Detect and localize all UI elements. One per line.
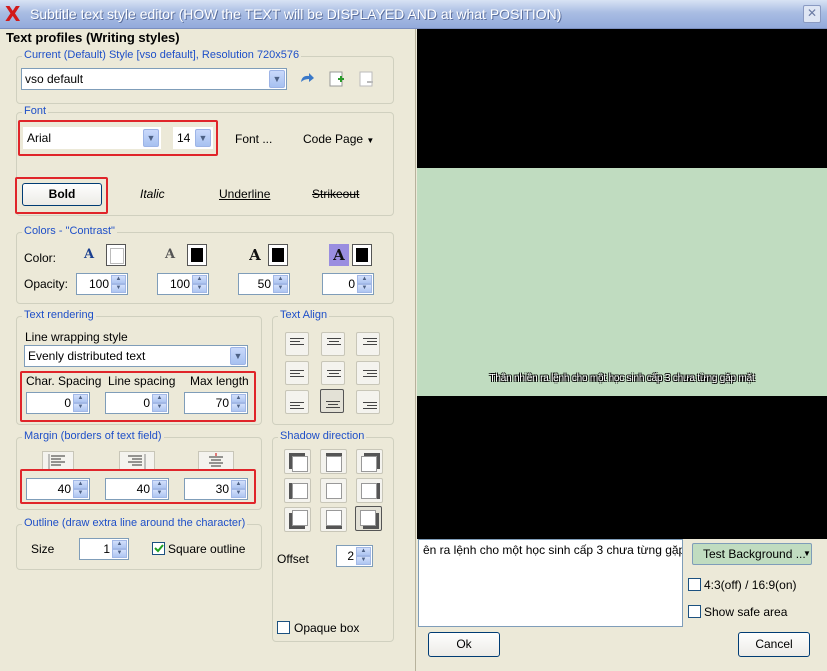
outline-color-icon: A bbox=[164, 247, 176, 262]
chevron-down-icon[interactable]: ▼ bbox=[269, 70, 285, 88]
opacity-label: Opacity: bbox=[24, 277, 69, 291]
margin-vertical-spinner[interactable]: 30 ▲ ▼ bbox=[184, 478, 248, 500]
shadow-top-button[interactable] bbox=[320, 449, 347, 474]
align-bottom-right-button[interactable] bbox=[356, 390, 380, 414]
outline-label: Outline (draw extra line around the char… bbox=[22, 517, 248, 529]
close-icon[interactable]: ✕ bbox=[803, 5, 821, 23]
shadow-label: Shadow direction bbox=[278, 430, 367, 442]
max-length-spinner[interactable]: 70 ▲ ▼ bbox=[184, 392, 248, 414]
refresh-icon[interactable] bbox=[298, 71, 316, 87]
margin-vertical-icon bbox=[198, 451, 234, 471]
shadow-offset-spinner[interactable]: 2 ▲ ▼ bbox=[336, 545, 373, 567]
background-opacity-spinner[interactable]: 0 ▲ ▼ bbox=[322, 273, 374, 295]
font-size-select[interactable]: 14 ▼ bbox=[173, 127, 213, 149]
style-group-label: Current (Default) Style [vso default], R… bbox=[22, 49, 302, 61]
chevron-down-icon[interactable]: ▼ bbox=[143, 129, 159, 147]
text-color-swatch[interactable] bbox=[106, 244, 126, 266]
align-middle-center-button[interactable] bbox=[321, 361, 345, 385]
font-group-label: Font bbox=[22, 105, 49, 117]
margin-label: Margin (borders of text field) bbox=[22, 430, 164, 442]
max-length-label: Max length bbox=[190, 374, 249, 388]
sample-text-input[interactable]: ên ra lệnh cho một học sinh cấp 3 chưa t… bbox=[418, 539, 683, 627]
font-button[interactable]: Font ... bbox=[235, 132, 272, 146]
app-logo: X bbox=[5, 2, 21, 26]
shadow-top-right-button[interactable] bbox=[356, 449, 383, 474]
font-size-value: 14 bbox=[177, 131, 191, 145]
aspect-ratio-label: 4:3(off) / 16:9(on) bbox=[704, 578, 797, 592]
safe-area-label: Show safe area bbox=[704, 605, 788, 619]
text-color-icon: A bbox=[83, 247, 95, 262]
font-family-value: Arial bbox=[27, 131, 52, 145]
font-family-select[interactable]: Arial ▼ bbox=[23, 127, 161, 149]
chevron-down-icon[interactable]: ▼ bbox=[195, 129, 211, 147]
outline-opacity-spinner[interactable]: 100 ▲ ▼ bbox=[157, 273, 209, 295]
underline-button[interactable]: Underline bbox=[219, 187, 270, 201]
align-middle-left-button[interactable] bbox=[285, 361, 309, 385]
aspect-ratio-checkbox[interactable] bbox=[688, 578, 701, 591]
title-bar: X Subtitle text style editor (HOW the TE… bbox=[0, 0, 827, 29]
colors-group-label: Colors - "Contrast" bbox=[22, 225, 117, 237]
align-bottom-center-button[interactable] bbox=[320, 389, 344, 413]
text-opacity-spinner[interactable]: 100 ▲ ▼ bbox=[76, 273, 128, 295]
outline-size-spinner[interactable]: 1 ▲ ▼ bbox=[79, 538, 129, 560]
text-align-label: Text Align bbox=[278, 309, 330, 321]
align-top-right-button[interactable] bbox=[356, 332, 380, 356]
shadow-opacity-spinner[interactable]: 50 ▲ ▼ bbox=[238, 273, 290, 295]
align-top-left-button[interactable] bbox=[285, 332, 309, 356]
outline-color-swatch[interactable] bbox=[187, 244, 207, 266]
test-background-button[interactable]: Test Background ... ▼ bbox=[692, 543, 812, 565]
background-color-icon: A bbox=[329, 244, 349, 266]
wrap-style-value: Evenly distributed text bbox=[28, 349, 146, 363]
shadow-offset-label: Offset bbox=[277, 552, 309, 566]
char-spacing-spinner[interactable]: 0 ▲ ▼ bbox=[26, 392, 90, 414]
style-select-value: vso default bbox=[25, 72, 84, 86]
section-title: Text profiles (Writing styles) bbox=[6, 30, 180, 45]
add-style-icon[interactable] bbox=[328, 70, 346, 88]
strikeout-button[interactable]: Strikeout bbox=[312, 187, 359, 201]
shadow-color-swatch[interactable] bbox=[268, 244, 288, 266]
preview-background bbox=[417, 168, 827, 396]
opaque-box-checkbox[interactable] bbox=[277, 621, 290, 634]
outline-size-label: Size bbox=[31, 542, 55, 556]
safe-area-checkbox[interactable] bbox=[688, 605, 701, 618]
margin-right-spinner[interactable]: 40 ▲ ▼ bbox=[105, 478, 169, 500]
cancel-button[interactable]: Cancel bbox=[738, 632, 810, 657]
window-title: Subtitle text style editor (HOW the TEXT… bbox=[30, 6, 562, 22]
style-select[interactable]: vso default ▼ bbox=[21, 68, 287, 90]
shadow-right-button[interactable] bbox=[356, 478, 383, 503]
margin-left-spinner[interactable]: 40 ▲ ▼ bbox=[26, 478, 90, 500]
bold-button[interactable]: Bold bbox=[22, 183, 102, 206]
italic-button[interactable]: Italic bbox=[140, 187, 165, 201]
wrap-style-label: Line wrapping style bbox=[25, 330, 128, 344]
align-middle-right-button[interactable] bbox=[356, 361, 380, 385]
shadow-top-left-button[interactable] bbox=[284, 449, 311, 474]
wrap-style-select[interactable]: Evenly distributed text ▼ bbox=[24, 345, 248, 367]
ok-button[interactable]: Ok bbox=[428, 632, 500, 657]
codepage-button[interactable]: Code Page ▼ bbox=[303, 132, 374, 146]
shadow-left-button[interactable] bbox=[284, 478, 311, 503]
opaque-box-label: Opaque box bbox=[294, 621, 360, 635]
char-spacing-label: Char. Spacing bbox=[26, 374, 102, 388]
shadow-bottom-right-button[interactable] bbox=[355, 506, 382, 531]
shadow-none-button[interactable] bbox=[320, 478, 347, 503]
shadow-bottom-button[interactable] bbox=[320, 507, 347, 532]
shadow-color-icon: A bbox=[249, 246, 261, 264]
color-label: Color: bbox=[24, 251, 57, 265]
remove-style-icon[interactable] bbox=[358, 70, 376, 88]
chevron-down-icon[interactable]: ▼ bbox=[230, 347, 246, 365]
margin-left-icon bbox=[42, 451, 74, 471]
background-color-swatch[interactable] bbox=[352, 244, 372, 266]
shadow-bottom-left-button[interactable] bbox=[284, 507, 311, 532]
chevron-down-icon: ▼ bbox=[803, 549, 811, 558]
text-rendering-label: Text rendering bbox=[22, 309, 96, 321]
margin-right-icon bbox=[119, 451, 155, 471]
square-outline-label: Square outline bbox=[168, 542, 246, 556]
square-outline-checkbox[interactable] bbox=[152, 542, 165, 555]
align-top-center-button[interactable] bbox=[321, 332, 345, 356]
align-bottom-left-button[interactable] bbox=[285, 390, 309, 414]
line-spacing-spinner[interactable]: 0 ▲ ▼ bbox=[105, 392, 169, 414]
preview-subtitle: Thân nhiên ra lệnh cho một học sinh cấp … bbox=[489, 373, 755, 384]
line-spacing-label: Line spacing bbox=[108, 374, 176, 388]
